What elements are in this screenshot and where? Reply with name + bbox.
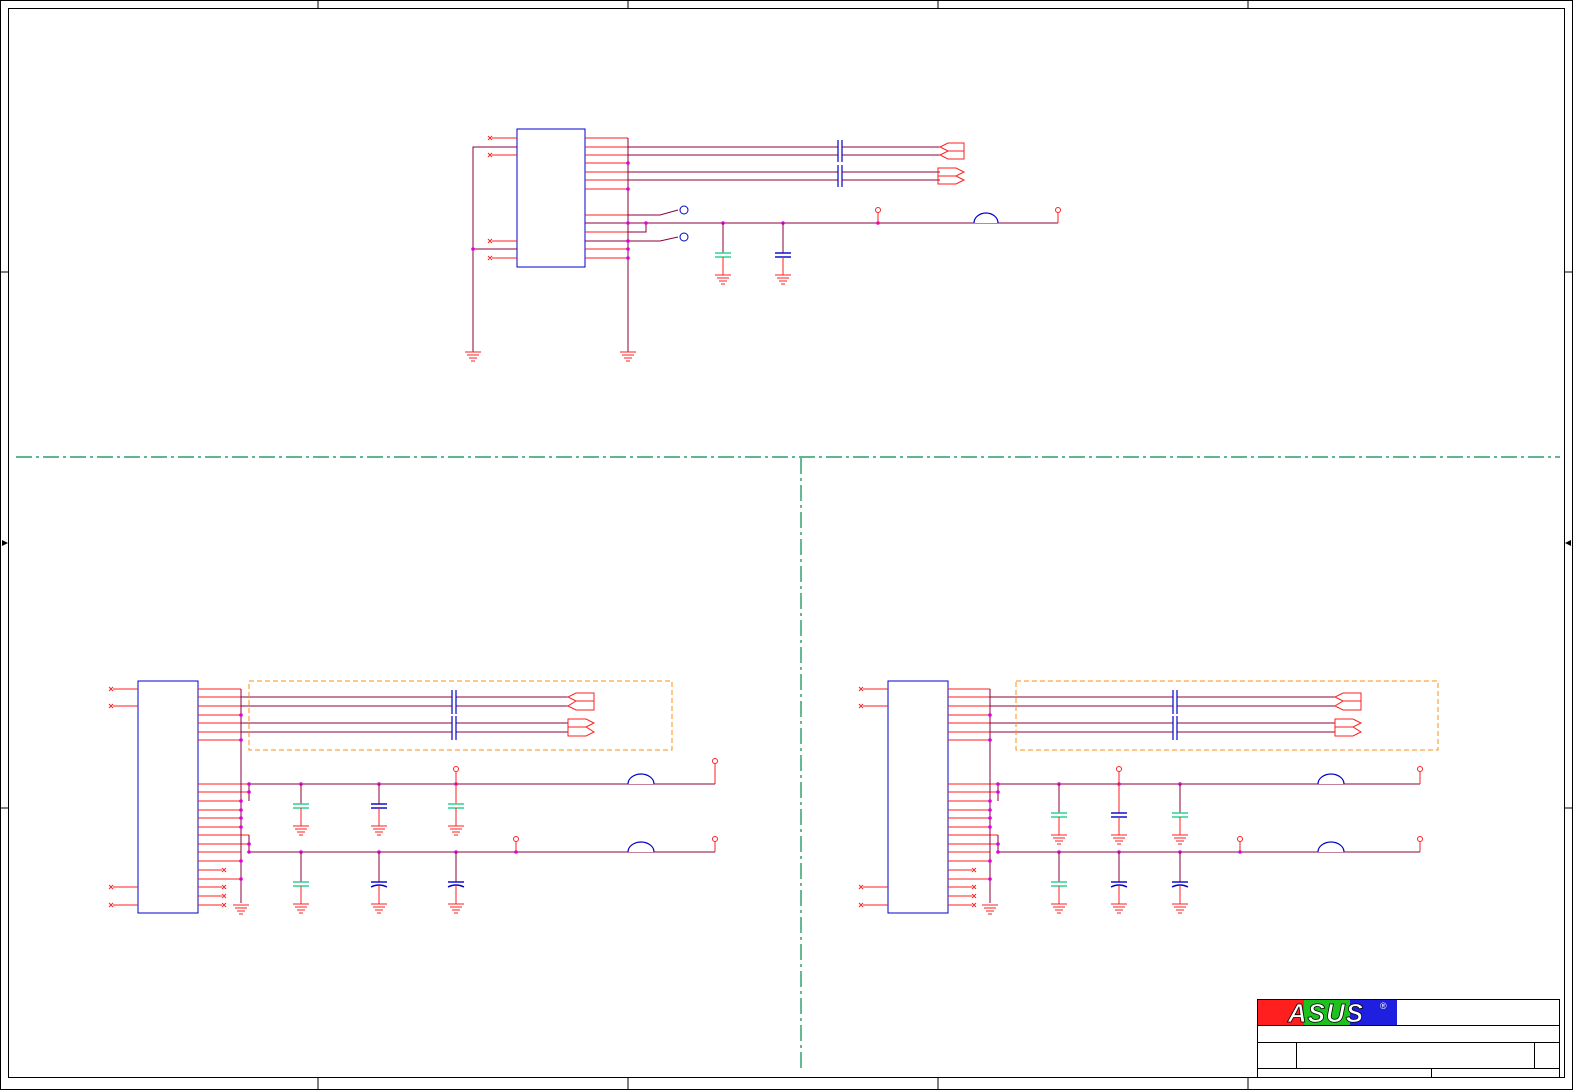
fuse-symbol	[627, 773, 655, 785]
title-block: ASUS ®	[1257, 998, 1560, 1078]
fuse-symbol	[1317, 773, 1345, 785]
connector-ic-top	[516, 128, 586, 268]
sheet-border	[0, 0, 1573, 1090]
ground-symbol	[465, 351, 481, 362]
connector-ic-left	[137, 680, 199, 914]
brand-logo-text: ASUS	[1287, 998, 1364, 1028]
fuse-symbol	[1317, 841, 1345, 853]
test-point	[679, 205, 689, 215]
test-point	[679, 232, 689, 242]
coupling-capacitors	[837, 140, 843, 187]
offpage-connector	[937, 142, 966, 185]
zone-arrow-marks	[2, 540, 1571, 546]
bottom-right-circuit	[858, 680, 1439, 915]
asus-logo: ASUS ®	[1258, 998, 1397, 1028]
fuse-symbol	[973, 212, 999, 224]
group-box	[248, 680, 673, 751]
top-circuit	[465, 128, 1061, 362]
connector-ic-right	[887, 680, 949, 914]
registered-mark: ®	[1380, 1001, 1387, 1011]
bottom-left-circuit	[108, 680, 718, 915]
fuse-symbol	[627, 841, 655, 853]
power-pin	[875, 207, 1061, 223]
left-pins	[487, 135, 517, 261]
group-box	[1015, 680, 1439, 751]
schematic-sheet: ASUS ®	[0, 0, 1573, 1090]
offpage-connector	[566, 692, 596, 737]
section-divider	[16, 456, 1560, 1072]
offpage-connector	[1333, 692, 1363, 737]
capacitor-pair	[715, 223, 791, 275]
